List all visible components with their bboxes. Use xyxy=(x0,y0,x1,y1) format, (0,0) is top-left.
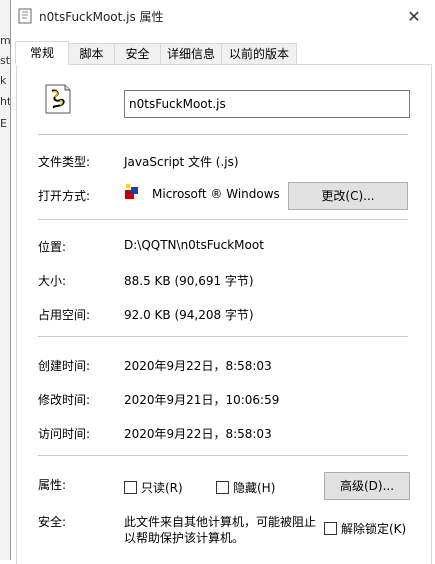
size-value: 88.5 KB (90,691 字节) xyxy=(124,274,254,288)
divider xyxy=(38,455,408,456)
tab-general[interactable]: 常规 xyxy=(15,41,69,65)
divider xyxy=(38,336,408,337)
location-value: D:\QQTN\n0tsFuckMoot xyxy=(124,238,264,252)
divider xyxy=(38,134,408,135)
readonly-label: 只读(R) xyxy=(141,481,183,495)
divider xyxy=(38,219,408,220)
location-label: 位置: xyxy=(38,240,67,254)
hidden-checkbox[interactable]: 隐藏(H) xyxy=(216,479,275,496)
readonly-checkbox[interactable]: 只读(R) xyxy=(124,479,183,496)
background-text: st xyxy=(0,54,11,67)
title-bar[interactable]: n0tsFuckMoot.js 属性 ✕ xyxy=(11,0,435,32)
size-on-disk-value: 92.0 KB (94,208 字节) xyxy=(124,308,254,322)
window-title: n0tsFuckMoot.js 属性 xyxy=(39,10,164,24)
js-file-icon xyxy=(45,84,71,114)
opens-with-value: Microsoft ® Windows xyxy=(152,187,280,201)
checkbox-box[interactable] xyxy=(124,481,137,494)
background-text: k xyxy=(0,74,7,87)
checkbox-box[interactable] xyxy=(216,481,229,494)
security-text-line-2: 以帮助保护该计算机。 xyxy=(124,531,245,545)
opens-with-label: 打开方式: xyxy=(38,189,91,203)
modified-label: 修改时间: xyxy=(38,393,91,407)
change-button[interactable]: 更改(C)... xyxy=(288,182,408,210)
script-file-icon xyxy=(18,8,32,24)
size-on-disk-label: 占用空间: xyxy=(38,308,91,322)
background-text: E xyxy=(0,117,7,130)
accessed-label: 访问时间: xyxy=(38,427,91,441)
hidden-label: 隐藏(H) xyxy=(233,481,276,495)
windows-script-host-icon xyxy=(125,184,138,199)
tab-script[interactable]: 脚本 xyxy=(68,43,115,64)
created-label: 创建时间: xyxy=(38,359,91,373)
security-text-line-1: 此文件来自其他计算机，可能被阻止 xyxy=(124,515,317,529)
general-panel: n0tsFuckMoot.js 文件类型: JavaScript 文件 (.js… xyxy=(16,64,432,564)
tab-security[interactable]: 安全 xyxy=(114,43,161,64)
attributes-label: 属性: xyxy=(38,478,67,492)
created-value: 2020年9月22日，8:58:03 xyxy=(124,359,272,373)
modified-value: 2020年9月21日，10:06:59 xyxy=(124,393,280,407)
unblock-label: 解除锁定(K) xyxy=(341,522,407,536)
advanced-button[interactable]: 高级(D)... xyxy=(324,472,410,500)
tab-previous-versions[interactable]: 以前的版本 xyxy=(221,43,297,64)
file-type-value: JavaScript 文件 (.js) xyxy=(124,155,239,169)
checkbox-box[interactable] xyxy=(324,522,337,535)
close-button[interactable]: ✕ xyxy=(399,2,429,30)
size-label: 大小: xyxy=(38,274,67,288)
file-type-label: 文件类型: xyxy=(38,155,91,169)
tab-details[interactable]: 详细信息 xyxy=(160,43,222,64)
properties-dialog: n0tsFuckMoot.js 属性 ✕ 常规 脚本 安全 详细信息 以前的版本… xyxy=(10,0,435,564)
unblock-checkbox[interactable]: 解除锁定(K) xyxy=(324,520,406,537)
file-name-field[interactable]: n0tsFuckMoot.js xyxy=(124,90,410,118)
security-label: 安全: xyxy=(38,515,67,529)
accessed-value: 2020年9月22日，8:58:03 xyxy=(124,427,272,441)
